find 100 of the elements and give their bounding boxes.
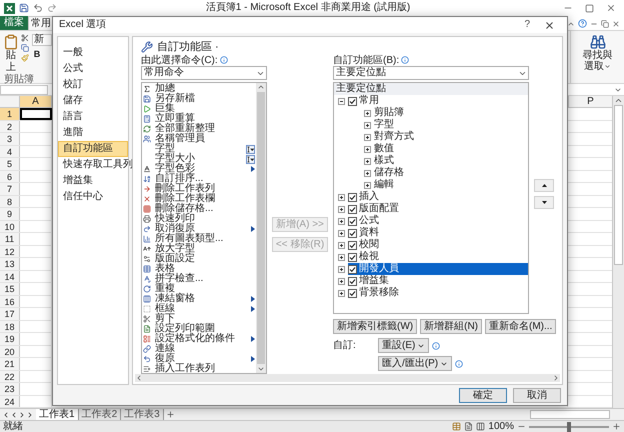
expand-icon[interactable] xyxy=(338,290,345,296)
nav-item[interactable]: 校訂 xyxy=(58,77,128,93)
row-header[interactable]: 1 xyxy=(0,108,20,120)
info-icon[interactable] xyxy=(455,360,464,368)
column-header[interactable]: A xyxy=(20,96,52,107)
row-header[interactable]: 22 xyxy=(0,370,20,382)
scroll-right-icon[interactable] xyxy=(552,374,560,382)
command-item[interactable]: 刪除工作表列 xyxy=(142,184,256,194)
row-header[interactable]: 20 xyxy=(0,346,20,357)
command-item[interactable]: 字型 xyxy=(142,144,256,154)
move-up-button[interactable] xyxy=(534,179,554,192)
save-icon[interactable] xyxy=(19,3,29,13)
tree-action-button[interactable]: 新增群組(N) xyxy=(420,319,482,334)
checkbox[interactable] xyxy=(348,288,357,298)
command-item[interactable]: 加總 xyxy=(142,84,256,94)
nav-item[interactable]: 增益集 xyxy=(58,173,128,189)
zoom-in-icon[interactable] xyxy=(612,422,621,431)
paste-button[interactable]: 貼上 xyxy=(2,34,20,74)
expand-icon[interactable] xyxy=(338,242,345,248)
new-sheet-icon[interactable] xyxy=(166,410,175,419)
ribbon-tab[interactable]: 常用 xyxy=(28,16,54,30)
find-select-label[interactable]: 尋找與 xyxy=(582,50,612,61)
expand-icon[interactable] xyxy=(364,158,371,164)
redo-icon[interactable] xyxy=(47,3,57,13)
zoom-slider-thumb[interactable] xyxy=(567,422,571,432)
page-layout-icon[interactable] xyxy=(464,422,474,431)
command-item[interactable]: 設定格式化的條件 xyxy=(142,334,256,344)
scissors-icon[interactable] xyxy=(21,34,29,42)
normal-view-icon[interactable] xyxy=(452,422,462,431)
info-icon[interactable] xyxy=(432,342,440,350)
row-header[interactable]: 18 xyxy=(0,320,20,332)
command-item[interactable]: 字型大小 xyxy=(142,154,256,164)
tree-item[interactable]: 剪貼簿 xyxy=(374,107,408,119)
checkbox[interactable] xyxy=(348,240,357,250)
checkbox[interactable] xyxy=(348,252,357,262)
command-item[interactable]: 全部重新整理 xyxy=(142,124,256,134)
tree-item[interactable]: 字型 xyxy=(374,119,398,131)
row-header[interactable]: 9 xyxy=(0,208,20,220)
tree-item[interactable]: 編輯 xyxy=(374,179,398,191)
row-header[interactable]: 6 xyxy=(0,170,20,182)
checkbox[interactable] xyxy=(348,216,357,226)
scroll-up-icon[interactable] xyxy=(614,96,623,105)
command-item[interactable]: 所有圖表類型... xyxy=(142,234,256,244)
close-icon[interactable] xyxy=(544,20,555,30)
checkbox[interactable] xyxy=(348,264,357,274)
command-item[interactable]: 插入工作表列 xyxy=(142,364,256,374)
nav-item[interactable]: 信任中心 xyxy=(58,189,128,205)
command-item[interactable]: 快速列印 xyxy=(142,214,256,224)
tree-item[interactable]: 對齊方式 xyxy=(374,131,418,143)
row-header[interactable]: 12 xyxy=(0,246,20,257)
nav-item[interactable]: 自訂功能區 xyxy=(58,141,128,157)
nav-item[interactable]: 儲存 xyxy=(58,93,128,109)
expand-icon[interactable] xyxy=(338,194,345,200)
row-header[interactable]: 17 xyxy=(0,308,20,320)
command-item[interactable]: 表格 xyxy=(142,264,256,274)
active-cell[interactable] xyxy=(20,108,52,120)
expand-icon[interactable] xyxy=(364,146,371,152)
zoom-level[interactable]: 100% xyxy=(488,421,514,432)
command-item[interactable]: 另存新檔 xyxy=(142,94,256,104)
scroll-up-icon[interactable] xyxy=(257,83,265,91)
command-item[interactable]: 凍結窗格 xyxy=(142,294,256,304)
scrollbar[interactable] xyxy=(612,96,624,408)
info-icon[interactable] xyxy=(401,56,410,64)
tree-item[interactable]: 常用 xyxy=(348,95,383,107)
command-item[interactable]: 連線 xyxy=(142,344,256,354)
tree-item[interactable]: 版面配置 xyxy=(348,203,403,215)
copy-icon[interactable] xyxy=(21,44,29,52)
import-export-button[interactable]: 匯入/匯出(P) xyxy=(378,356,452,371)
command-item[interactable]: 版面設定 xyxy=(142,254,256,264)
bold-button[interactable]: B xyxy=(32,49,42,59)
sheet-tab[interactable]: 工作表2 xyxy=(78,408,122,420)
row-header[interactable]: 4 xyxy=(0,146,20,157)
row-header[interactable]: 21 xyxy=(0,358,20,370)
row-header[interactable]: 15 xyxy=(0,283,20,294)
row-header[interactable]: 11 xyxy=(0,233,20,244)
command-item[interactable]: 設定列印範圍 xyxy=(142,324,256,334)
expand-icon[interactable] xyxy=(338,206,345,212)
row-header[interactable]: 24 xyxy=(0,396,20,407)
command-item[interactable]: 拼字檢查... xyxy=(142,274,256,284)
expand-icon[interactable] xyxy=(338,278,345,284)
row-header[interactable]: 13 xyxy=(0,258,20,270)
last-sheet-icon[interactable] xyxy=(26,410,34,418)
scroll-left-icon[interactable] xyxy=(135,374,143,382)
row-header[interactable]: 23 xyxy=(0,383,20,394)
page-break-icon[interactable] xyxy=(476,422,486,431)
expand-icon[interactable] xyxy=(364,134,371,140)
help-icon[interactable] xyxy=(578,19,587,28)
next-sheet-icon[interactable] xyxy=(18,410,26,418)
scroll-down-icon[interactable] xyxy=(257,365,265,373)
font-field[interactable]: 新 xyxy=(32,34,52,46)
row-header[interactable]: 8 xyxy=(0,196,20,207)
tree-item[interactable]: 增益集 xyxy=(348,275,393,287)
command-item[interactable]: 刪除儲存格... xyxy=(142,204,256,214)
collapse-icon[interactable] xyxy=(338,98,345,104)
horizontal-scrollbar[interactable] xyxy=(135,374,560,382)
sheet-tab[interactable]: 工作表1 xyxy=(36,408,79,420)
tree-item[interactable]: 資料 xyxy=(348,227,383,239)
info-icon[interactable] xyxy=(220,56,228,64)
first-sheet-icon[interactable] xyxy=(2,410,10,418)
file-tab[interactable]: 檔案 xyxy=(0,16,28,30)
